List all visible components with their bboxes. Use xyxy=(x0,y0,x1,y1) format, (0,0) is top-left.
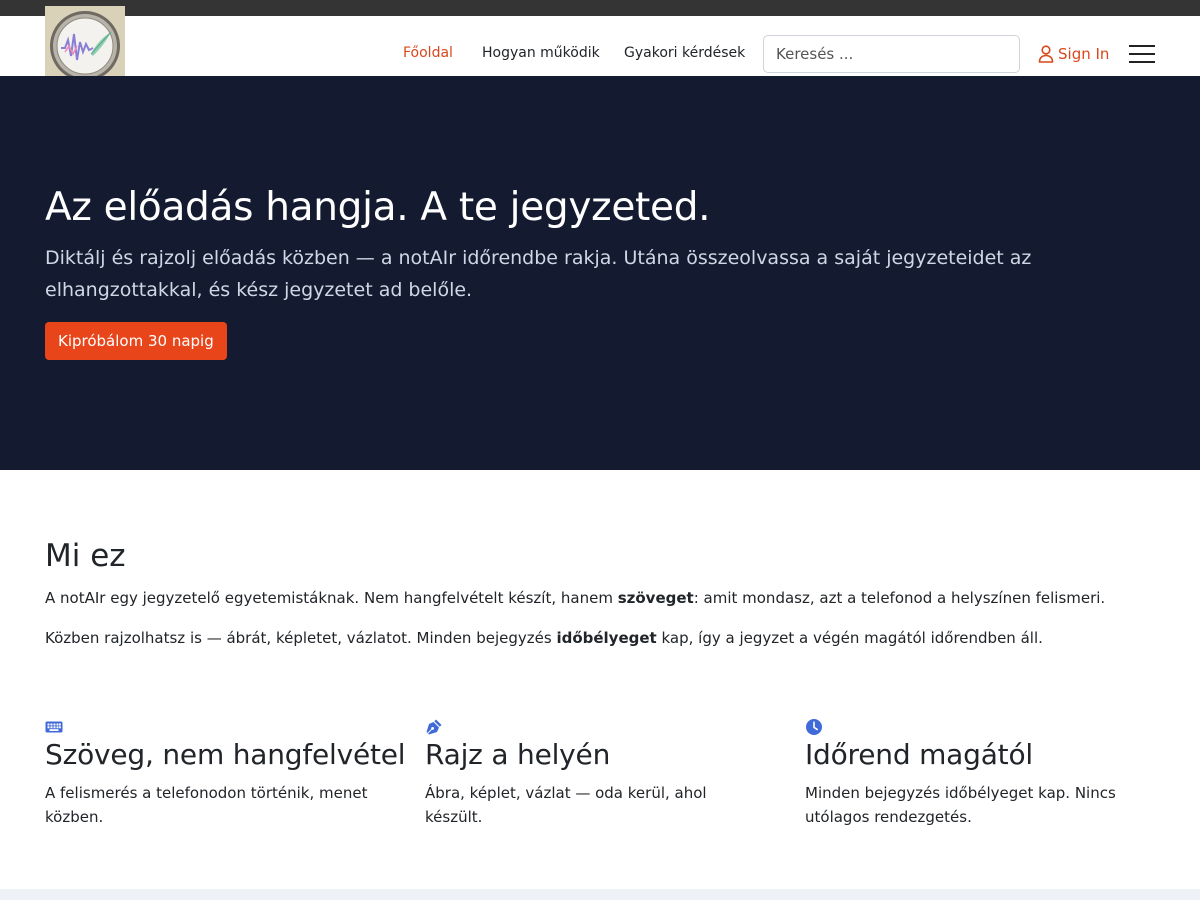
hero-subtitle: Diktálj és rajzolj előadás közben — a no… xyxy=(45,247,1032,301)
feature-text: Minden bejegyzés időbélyeget kap. Nincs … xyxy=(805,784,1116,826)
sign-in-link[interactable]: Sign In xyxy=(1038,44,1109,64)
about-title: Mi ez xyxy=(45,538,126,574)
logo-icon xyxy=(45,6,125,86)
about-paragraph-1: A notAIr egy jegyzetelő egyetemistáknak.… xyxy=(45,589,1106,607)
feature-title: Időrend magától xyxy=(805,738,1033,771)
user-icon xyxy=(1038,45,1054,63)
feature-text: Ábra, képlet, vázlat — oda kerül, ahol k… xyxy=(425,784,707,826)
hero-title: Az előadás hangja. A te jegyzeted. xyxy=(45,185,711,230)
sign-in-label: Sign In xyxy=(1058,45,1110,63)
logo[interactable] xyxy=(45,6,125,86)
hero-section: Az előadás hangja. A te jegyzeted. Diktá… xyxy=(0,76,1200,470)
feature-title: Szöveg, nem hangfelvétel xyxy=(45,738,406,771)
feature-text: A felismerés a telefonodon történik, men… xyxy=(45,784,368,826)
top-strip xyxy=(0,0,1200,16)
nav-link-faq[interactable]: Gyakori kérdések xyxy=(624,45,745,61)
menu-toggle-button[interactable] xyxy=(1128,43,1156,65)
nav-link-home[interactable]: Főoldal xyxy=(403,45,453,61)
navbar: Főoldal Hogyan működik Gyakori kérdések xyxy=(0,6,1200,86)
hamburger-icon xyxy=(1129,45,1155,47)
about-paragraph-2: Közben rajzolhatsz is — ábrát, képletet,… xyxy=(45,629,1043,647)
feature-title: Rajz a helyén xyxy=(425,738,611,771)
nav-link-how-it-works[interactable]: Hogyan működik xyxy=(482,45,600,61)
try-30-days-button[interactable]: Kipróbálom 30 napig xyxy=(45,322,227,360)
feature-chronology: Időrend magától Minden bejegyzés időbély… xyxy=(805,718,1165,829)
search-input[interactable] xyxy=(763,35,1020,73)
pen-nib-icon xyxy=(425,718,443,736)
clock-icon xyxy=(805,718,823,736)
feature-drawing: Rajz a helyén Ábra, képlet, vázlat — oda… xyxy=(425,718,785,829)
keyboard-icon xyxy=(45,718,63,736)
footer-strip xyxy=(0,889,1200,900)
feature-text-not-audio: Szöveg, nem hangfelvétel A felismerés a … xyxy=(45,718,406,829)
